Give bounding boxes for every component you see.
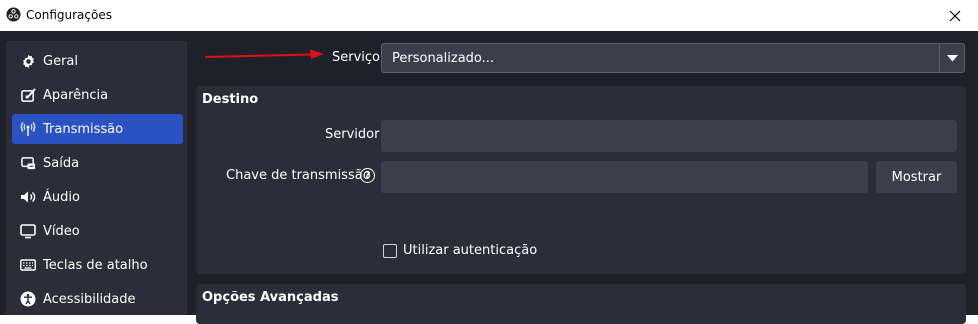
sidebar-item-acessibilidade[interactable]: Acessibilidade xyxy=(12,284,183,314)
sidebar-item-audio[interactable]: Áudio xyxy=(12,182,183,212)
keyboard-icon xyxy=(20,257,36,273)
sidebar-item-label: Saída xyxy=(43,155,80,171)
sidebar-item-label: Áudio xyxy=(43,189,80,205)
output-icon xyxy=(20,155,36,171)
gear-icon xyxy=(20,53,36,69)
annotation-arrow xyxy=(204,49,324,59)
server-input[interactable] xyxy=(381,120,957,152)
service-label: Serviço xyxy=(332,50,381,65)
help-icon[interactable]: ? xyxy=(360,168,375,183)
service-selected-value: Personalizado... xyxy=(392,51,495,66)
sidebar-item-label: Geral xyxy=(43,53,78,69)
settings-sidebar: Geral Aparência Transmissão Saída Áudio xyxy=(6,41,187,315)
monitor-icon xyxy=(20,223,36,239)
sidebar-item-aparencia[interactable]: Aparência xyxy=(12,80,183,110)
sidebar-item-label: Vídeo xyxy=(43,223,80,239)
sidebar-item-saida[interactable]: Saída xyxy=(12,148,183,178)
title-bar: Configurações xyxy=(0,0,978,31)
chevron-down-icon[interactable] xyxy=(947,55,958,62)
settings-window: Configurações Geral Aparência Transmissã… xyxy=(0,0,978,324)
close-button[interactable] xyxy=(932,0,978,31)
broadcast-antenna-icon xyxy=(20,121,36,137)
use-authentication-label: Utilizar autenticação xyxy=(403,243,538,258)
advanced-options-group: Opções Avançadas xyxy=(196,284,966,324)
speaker-icon xyxy=(20,189,36,205)
advanced-options-title: Opções Avançadas xyxy=(202,290,339,305)
server-label: Servidor xyxy=(325,127,380,142)
combo-separator xyxy=(939,44,940,72)
sidebar-item-label: Aparência xyxy=(43,87,109,103)
obs-logo-icon xyxy=(6,7,21,22)
sidebar-item-label: Acessibilidade xyxy=(43,291,136,307)
accessibility-icon xyxy=(20,291,36,307)
window-title: Configurações xyxy=(26,8,112,22)
destination-title: Destino xyxy=(202,92,259,107)
sidebar-item-geral[interactable]: Geral xyxy=(12,46,183,76)
sidebar-item-label: Teclas de atalho xyxy=(43,257,148,273)
stream-key-input[interactable] xyxy=(381,161,868,193)
service-select[interactable]: Personalizado... xyxy=(381,43,965,73)
use-authentication-checkbox[interactable] xyxy=(383,244,397,258)
sidebar-item-label: Transmissão xyxy=(43,121,124,137)
show-key-button[interactable]: Mostrar xyxy=(876,161,957,193)
sidebar-item-video[interactable]: Vídeo xyxy=(12,216,183,246)
sidebar-item-transmissao[interactable]: Transmissão xyxy=(12,114,183,144)
sidebar-item-teclas-de-atalho[interactable]: Teclas de atalho xyxy=(12,250,183,280)
stream-key-label: Chave de transmissão xyxy=(226,168,371,183)
appearance-icon xyxy=(20,87,36,103)
close-icon xyxy=(949,10,961,21)
